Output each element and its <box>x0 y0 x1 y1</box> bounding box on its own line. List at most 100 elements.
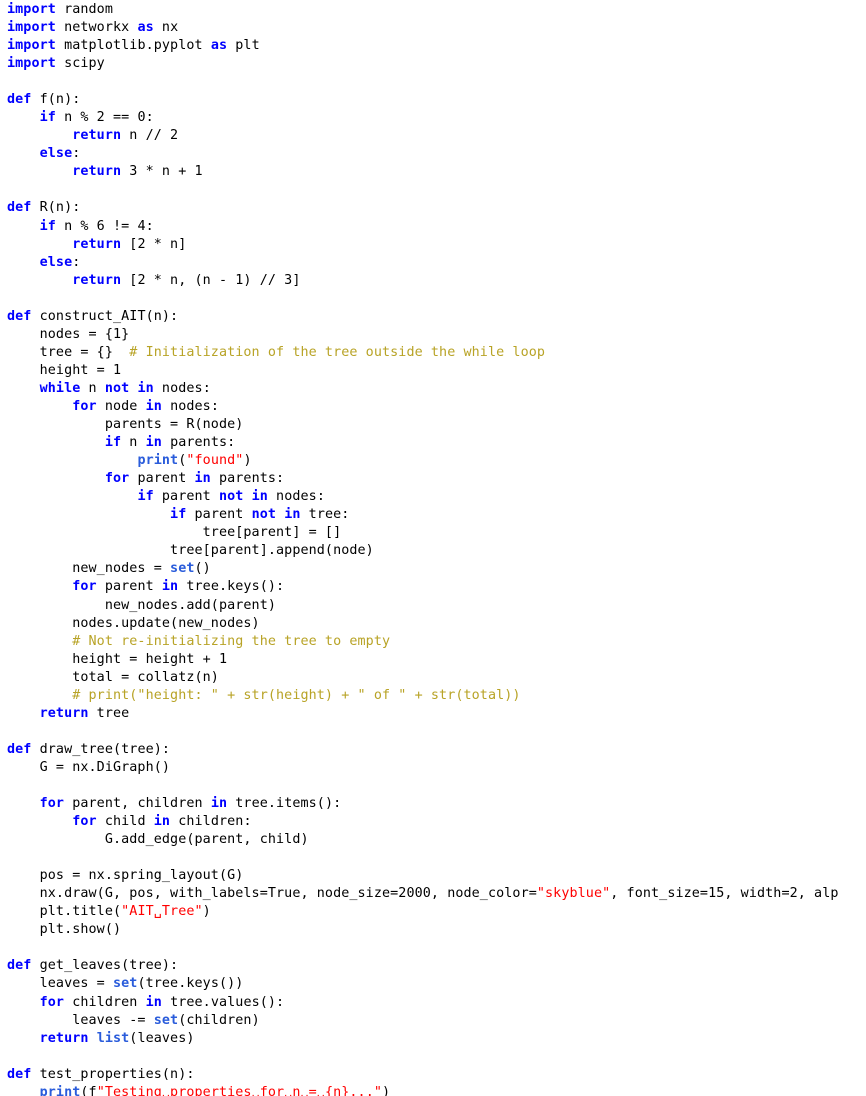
code-line: leaves = set(tree.keys()) <box>0 975 866 993</box>
code-token-txt: : <box>72 255 80 270</box>
code-line: print("found") <box>0 452 866 470</box>
code-token-txt <box>276 507 284 522</box>
code-token-kw: if <box>137 489 153 504</box>
code-line: return tree <box>0 705 866 723</box>
code-token-txt: () <box>195 561 211 576</box>
code-token-kw: if <box>170 507 186 522</box>
code-line: def draw_tree(tree): <box>0 741 866 759</box>
code-token-kw: return <box>40 1031 89 1046</box>
code-line: def f(n): <box>0 91 866 109</box>
code-token-kw: not <box>219 489 243 504</box>
code-token-txt <box>7 128 72 143</box>
code-token-txt: ) <box>243 453 251 468</box>
code-line: parents = R(node) <box>0 416 866 434</box>
code-token-kw: return <box>72 273 121 288</box>
code-token-txt <box>7 1031 40 1046</box>
code-token-txt: nodes: <box>154 381 211 396</box>
code-token-kw: return <box>72 164 121 179</box>
code-token-txt <box>7 1085 40 1096</box>
code-token-txt: new_nodes = <box>7 561 170 576</box>
code-token-txt <box>7 399 72 414</box>
code-token-txt: n // 2 <box>121 128 178 143</box>
code-token-kw: for <box>72 814 96 829</box>
code-token-txt: nodes: <box>162 399 219 414</box>
code-token-txt: tree[parent].append(node) <box>7 543 374 558</box>
code-token-txt: nx <box>154 20 178 35</box>
code-token-txt: (tree.keys()) <box>137 976 243 991</box>
code-line: total = collatz(n) <box>0 669 866 687</box>
code-line: return n // 2 <box>0 127 866 145</box>
code-token-kw: for <box>72 579 96 594</box>
code-token-str: "skyblue" <box>537 886 610 901</box>
code-token-txt: nx.draw(G, pos, with_labels=True, node_s… <box>7 886 537 901</box>
code-token-txt: nodes = {1} <box>7 327 129 342</box>
code-line: nx.draw(G, pos, with_labels=True, node_s… <box>0 885 866 903</box>
code-token-kw: in <box>146 995 162 1010</box>
code-line: print(f"Testing␣properties␣for␣n␣=␣{n}..… <box>0 1084 866 1096</box>
code-token-txt <box>7 381 40 396</box>
code-token-txt: tree <box>89 706 130 721</box>
code-line: return [2 * n, (n - 1) // 3] <box>0 272 866 290</box>
code-token-txt <box>89 1031 97 1046</box>
code-token-txt: plt <box>227 38 260 53</box>
code-token-txt: (children) <box>178 1013 260 1028</box>
code-line: import networkx as nx <box>0 19 866 37</box>
code-line: import scipy <box>0 55 866 73</box>
code-token-kw: as <box>211 38 227 53</box>
code-token-kw: def <box>7 92 31 107</box>
code-token-txt: tree: <box>301 507 350 522</box>
code-token-bi: print <box>40 1085 81 1096</box>
code-token-txt: tree.items(): <box>227 796 341 811</box>
code-token-txt: [2 * n, (n - 1) // 3] <box>121 273 300 288</box>
code-token-txt: ) <box>203 904 211 919</box>
code-token-txt <box>7 995 40 1010</box>
code-line: return [2 * n] <box>0 236 866 254</box>
code-token-txt: f(n): <box>31 92 80 107</box>
code-token-kw: if <box>105 435 121 450</box>
code-token-txt <box>7 706 40 721</box>
code-token-txt: height = height + 1 <box>7 652 227 667</box>
code-token-kw: for <box>72 399 96 414</box>
code-line: import random <box>0 0 866 19</box>
code-token-txt: networkx <box>56 20 138 35</box>
code-line: if n in parents: <box>0 434 866 452</box>
code-token-txt: G = nx.DiGraph() <box>7 760 170 775</box>
code-token-str: "found" <box>186 453 243 468</box>
code-line <box>0 777 866 795</box>
code-token-kw: not <box>105 381 129 396</box>
code-token-kw: while <box>40 381 81 396</box>
code-line <box>0 181 866 199</box>
code-line: else: <box>0 254 866 272</box>
code-line: else: <box>0 145 866 163</box>
code-token-txt: nodes: <box>268 489 325 504</box>
code-token-txt <box>7 796 40 811</box>
code-token-txt: child <box>97 814 154 829</box>
code-token-bi: set <box>170 561 194 576</box>
code-token-txt: scipy <box>56 56 105 71</box>
code-line: plt.show() <box>0 921 866 939</box>
code-token-txt: test_properties(n): <box>31 1067 194 1082</box>
code-token-txt <box>7 219 40 234</box>
code-token-bi: set <box>113 976 137 991</box>
code-line: import matplotlib.pyplot as plt <box>0 37 866 55</box>
code-line: plt.title("AIT␣Tree") <box>0 903 866 921</box>
code-token-txt <box>7 634 72 649</box>
code-line: if n % 2 == 0: <box>0 109 866 127</box>
code-line: leaves -= set(children) <box>0 1012 866 1030</box>
code-token-txt: 3 * n + 1 <box>121 164 203 179</box>
code-line: height = height + 1 <box>0 651 866 669</box>
code-token-txt <box>7 273 72 288</box>
code-token-kw: else <box>40 255 73 270</box>
code-token-txt: tree.keys(): <box>178 579 284 594</box>
code-token-txt: parent <box>154 489 219 504</box>
code-token-kw: import <box>7 20 56 35</box>
code-token-txt: leaves -= <box>7 1013 154 1028</box>
code-token-txt <box>7 489 137 504</box>
code-line <box>0 73 866 91</box>
code-line: height = 1 <box>0 362 866 380</box>
code-token-txt: random <box>56 2 113 17</box>
code-line: for parent in tree.keys(): <box>0 578 866 596</box>
code-token-kw: in <box>252 489 268 504</box>
code-token-kw: return <box>72 237 121 252</box>
code-line: nodes.update(new_nodes) <box>0 615 866 633</box>
